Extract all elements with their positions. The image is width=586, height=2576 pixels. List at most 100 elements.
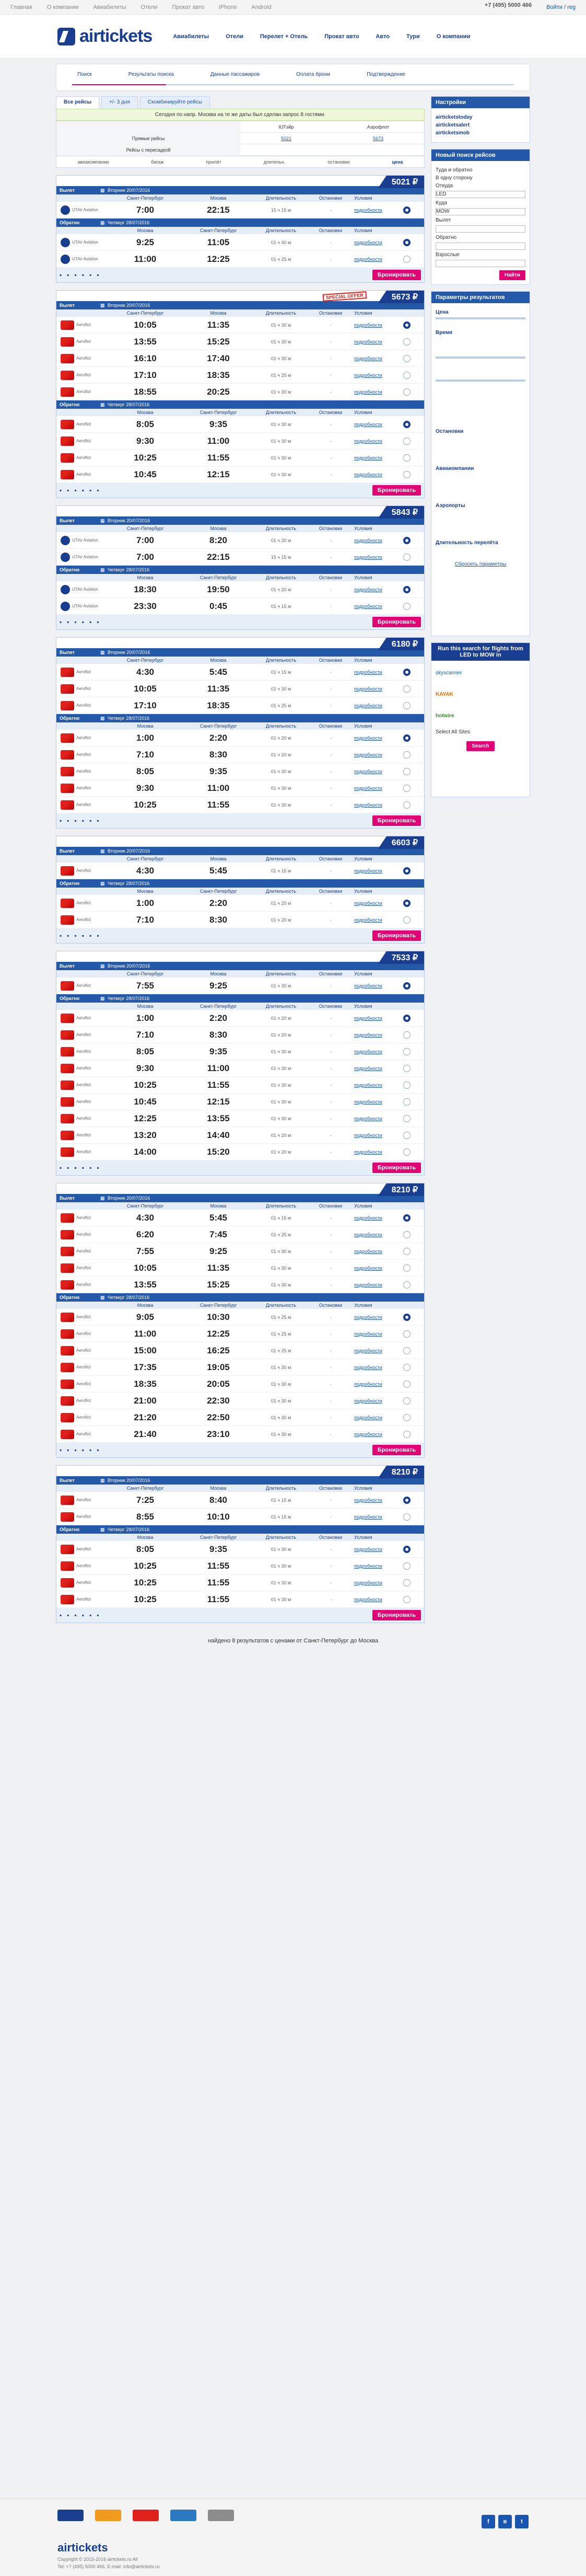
flight-row[interactable]: Aeroflot 8:55 10:10 01 ч 15 м - подробности (56, 1509, 424, 1525)
flight-row[interactable]: Aeroflot 4:30 5:45 01 ч 15 м - подробности (56, 1210, 424, 1226)
select-radio[interactable] (403, 1380, 411, 1388)
details-link[interactable]: подробности (354, 472, 399, 477)
flight-row[interactable]: UTAir Aviation 9:25 11:05 01 ч 40 м - подробн… (56, 234, 424, 251)
flight-row[interactable]: Aeroflot 21:40 23:10 01 ч 30 м - подробности (56, 1426, 424, 1443)
details-link[interactable]: подробности (354, 439, 399, 444)
nav-tours[interactable]: Тури (406, 33, 420, 40)
star-icon[interactable]: ▪ (60, 1612, 62, 1619)
filter-price[interactable]: Цена (436, 309, 525, 315)
calendar-icon[interactable]: ▪ (89, 932, 91, 939)
flight-row[interactable]: Aeroflot 8:05 9:35 01 ч 30 м - подробности (56, 763, 424, 780)
flight-row[interactable]: Aeroflot 7:10 8:30 01 ч 20 м - подробности (56, 1027, 424, 1043)
select-radio[interactable] (403, 1330, 411, 1338)
flight-row[interactable]: Aeroflot 10:25 11:55 01 ч 30 м - подробности (56, 797, 424, 813)
flight-row[interactable]: Aeroflot 9:30 11:00 01 ч 30 м - подробности (56, 780, 424, 797)
calendar-icon[interactable]: ▪ (89, 817, 91, 824)
matrix-price-2[interactable]: 5673 (332, 136, 424, 141)
details-link[interactable]: подробности (354, 735, 399, 741)
calendar-icon[interactable]: ▪ (89, 618, 91, 626)
select-radio[interactable] (403, 1031, 411, 1039)
matrix-utair[interactable]: ЮТэйр (240, 124, 332, 130)
flight-row[interactable]: Aeroflot 13:55 15:25 01 ч 30 м - подробности (56, 334, 424, 350)
details-link[interactable]: подробности (354, 1266, 399, 1271)
details-link[interactable]: подробности (354, 240, 399, 245)
select-radio[interactable] (403, 321, 411, 329)
nav-company[interactable]: О компании (437, 33, 471, 40)
select-radio[interactable] (403, 1545, 411, 1553)
tab-all-flights[interactable]: Все рейсы (56, 96, 100, 109)
details-link[interactable]: подробности (354, 868, 399, 873)
trash-icon[interactable]: ▪ (97, 271, 99, 279)
flight-row[interactable]: Aeroflot 10:25 11:55 01 ч 30 м - подробности (56, 1574, 424, 1591)
plane-icon[interactable]: ▪ (67, 1164, 69, 1171)
select-radio[interactable] (403, 553, 411, 561)
details-link[interactable]: подробности (354, 1415, 399, 1420)
details-link[interactable]: подробности (354, 455, 399, 461)
flight-row[interactable]: Aeroflot 7:55 9:25 01 ч 30 м - подробности (56, 1243, 424, 1260)
trash-icon[interactable]: ▪ (97, 1446, 99, 1454)
select-radio[interactable] (403, 1264, 411, 1272)
flight-row[interactable]: Aeroflot 7:10 8:30 01 ч 20 м - подробности (56, 746, 424, 763)
topbar-flights[interactable]: Авиабилеты (93, 4, 126, 10)
book-button[interactable]: Бронировать (372, 930, 421, 941)
select-radio[interactable] (403, 1496, 411, 1504)
sort-baggage[interactable]: багаж (151, 159, 163, 165)
details-link[interactable]: подробности (354, 983, 399, 988)
flight-row[interactable]: Aeroflot 17:10 18:35 01 ч 25 м - подробности (56, 367, 424, 384)
flight-row[interactable]: Aeroflot 21:00 22:30 01 ч 30 м - подробности (56, 1393, 424, 1409)
select-radio[interactable] (403, 1579, 411, 1586)
from-input[interactable]: LED (436, 191, 525, 198)
print-icon[interactable]: ▪ (75, 1612, 77, 1619)
select-radio[interactable] (403, 371, 411, 379)
book-button[interactable]: Бронировать (372, 617, 421, 627)
trash-icon[interactable]: ▪ (97, 932, 99, 939)
flight-row[interactable]: Aeroflot 1:00 2:20 01 ч 20 м - подробности (56, 895, 424, 912)
select-radio[interactable] (403, 982, 411, 990)
select-radio[interactable] (403, 1363, 411, 1371)
select-radio[interactable] (403, 867, 411, 875)
compare-skyscanner[interactable]: skyscanner (436, 670, 525, 676)
flight-row[interactable]: Aeroflot 8:05 9:35 01 ч 30 м - подробности (56, 1043, 424, 1060)
star-icon[interactable]: ▪ (60, 1164, 62, 1171)
flight-row[interactable]: Aeroflot 14:00 15:20 01 ч 20 м - подробности (56, 1144, 424, 1160)
print-icon[interactable]: ▪ (75, 1164, 77, 1171)
flight-row[interactable]: UTAir Aviation 18:30 19:50 01 ч 20 м - подроб… (56, 581, 424, 598)
flight-row[interactable]: Aeroflot 15:00 16:25 01 ч 25 м - подробности (56, 1342, 424, 1359)
details-link[interactable]: подробности (354, 1348, 399, 1353)
print-icon[interactable]: ▪ (75, 271, 77, 279)
flight-row[interactable]: Aeroflot 10:25 11:55 01 ч 30 м - подробности (56, 450, 424, 466)
select-radio[interactable] (403, 1114, 411, 1122)
select-radio[interactable] (403, 1230, 411, 1238)
calendar-icon[interactable]: ▪ (89, 271, 91, 279)
flight-row[interactable]: Aeroflot 11:00 12:25 01 ч 25 м - подробности (56, 1326, 424, 1342)
login-link[interactable]: Войти / reg (546, 4, 576, 10)
mail-icon[interactable]: ▪ (82, 271, 84, 279)
details-link[interactable]: подробности (354, 604, 399, 609)
time-slider[interactable] (436, 356, 525, 359)
topbar-cars[interactable]: Прокат авто (172, 4, 204, 10)
details-link[interactable]: подробности (354, 670, 399, 675)
calendar-icon[interactable]: ▪ (89, 487, 91, 494)
flight-row[interactable]: Aeroflot 10:45 12:15 01 ч 30 м - подробности (56, 1094, 424, 1110)
filter-stops[interactable]: Остановки (436, 429, 525, 434)
select-radio[interactable] (403, 751, 411, 758)
details-link[interactable]: подробности (354, 1315, 399, 1320)
details-link[interactable]: подробности (354, 703, 399, 708)
select-radio[interactable] (403, 1281, 411, 1289)
star-icon[interactable]: ▪ (60, 932, 62, 939)
print-icon[interactable]: ▪ (75, 487, 77, 494)
site-logo[interactable]: airtickets (57, 26, 153, 47)
details-link[interactable]: подробности (354, 901, 399, 906)
calendar-icon[interactable]: ▪ (89, 1612, 91, 1619)
link-alert[interactable]: airticketsalert (436, 122, 525, 128)
details-link[interactable]: подробности (354, 323, 399, 328)
nav-flights[interactable]: Авиабилеты (173, 33, 209, 40)
flight-row[interactable]: Aeroflot 12:25 13:55 01 ч 30 м - подробности (56, 1110, 424, 1127)
reset-filters[interactable]: Сбросить параметры (436, 561, 525, 567)
filter-airports[interactable]: Аэропорты (436, 503, 525, 509)
details-link[interactable]: подробности (354, 1365, 399, 1370)
details-link[interactable]: подробности (354, 339, 399, 344)
details-link[interactable]: подробности (354, 802, 399, 808)
flight-row[interactable]: Aeroflot 9:30 11:00 01 ч 30 м - подробности (56, 433, 424, 450)
sort-arrival[interactable]: прилёт (206, 159, 221, 165)
